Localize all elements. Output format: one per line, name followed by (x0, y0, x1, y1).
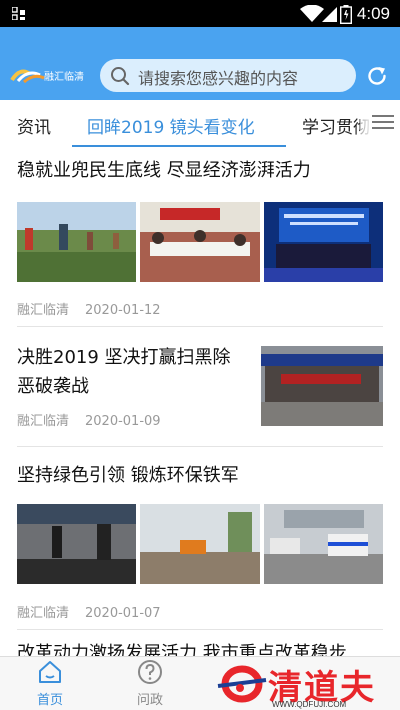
article-title: 改革动力激扬发展活力 我市重点改革稳步 (17, 643, 347, 656)
search-icon (111, 67, 130, 86)
home-icon (39, 661, 61, 683)
article-title-line1: 决胜2019 坚决打赢扫黑除 (17, 347, 231, 368)
search-input[interactable]: 请搜索您感兴趣的内容 (100, 59, 356, 92)
watermark: 清道夫 WWW.QDFUJI.COM (212, 660, 400, 710)
article-source: 融汇临清 (17, 303, 70, 318)
article-title-line2: 恶破袭战 (17, 376, 89, 397)
logo-mark-icon (10, 69, 45, 84)
search-placeholder: 请搜索您感兴趣的内容 (138, 69, 299, 88)
divider (17, 629, 383, 630)
article-source: 融汇临清 (17, 414, 70, 429)
article-thumbnail (17, 202, 136, 282)
article-meta: 融汇临清 2020-01-07 (17, 602, 161, 621)
menu-icon[interactable] (372, 112, 394, 132)
nav-inquiry-label: 问政 (136, 693, 163, 708)
article-thumbnail (140, 202, 260, 282)
question-icon (138, 660, 162, 684)
tab-review-2019[interactable]: 回眸2019 镜头看变化 (87, 113, 255, 138)
article-thumbnail (264, 504, 383, 584)
refresh-icon[interactable] (366, 65, 388, 87)
divider (17, 446, 383, 447)
article-meta: 融汇临清 2020-01-09 (17, 410, 161, 429)
app-header: 融汇临清 请搜索您感兴趣的内容 (0, 27, 400, 100)
news-feed: 稳就业兜民生底线 尽显经济澎湃活力 融汇临清 2020-01-12 决胜2019… (0, 148, 400, 656)
nav-inquiry[interactable]: 问政 (120, 659, 180, 708)
article-date: 2020-01-07 (85, 606, 161, 621)
article-thumbnail (264, 202, 383, 282)
article-date: 2020-01-09 (85, 414, 161, 429)
article-meta: 融汇临清 2020-01-12 (17, 299, 161, 318)
article-thumbnail (140, 504, 260, 584)
battery-icon (340, 5, 352, 24)
signal-icon (322, 7, 337, 22)
article-source: 融汇临清 (17, 606, 70, 621)
app-logo[interactable]: 融汇临清 (10, 64, 92, 86)
logo-text: 融汇临清 (44, 72, 84, 83)
watermark-url: WWW.QDFUJI.COM (272, 700, 347, 709)
divider (17, 326, 383, 327)
article-title: 坚持绿色引领 锻炼环保铁军 (17, 465, 239, 486)
category-tabs: 资讯 回眸2019 镜头看变化 学习贯彻 (0, 100, 400, 148)
notification-app-icon (12, 7, 25, 20)
article-title: 稳就业兜民生底线 尽显经济澎湃活力 (17, 160, 311, 181)
article-thumbnail (261, 346, 383, 426)
status-time: 4:09 (356, 4, 390, 23)
nav-home-label: 首页 (36, 693, 63, 708)
tab-news[interactable]: 资讯 (17, 113, 51, 138)
nav-home[interactable]: 首页 (20, 659, 80, 708)
watermark-logo-icon (217, 665, 267, 703)
active-tab-indicator (72, 145, 286, 147)
article-date: 2020-01-12 (85, 303, 161, 318)
article-thumbnail (17, 504, 136, 584)
status-bar: 4:09 (0, 0, 400, 27)
